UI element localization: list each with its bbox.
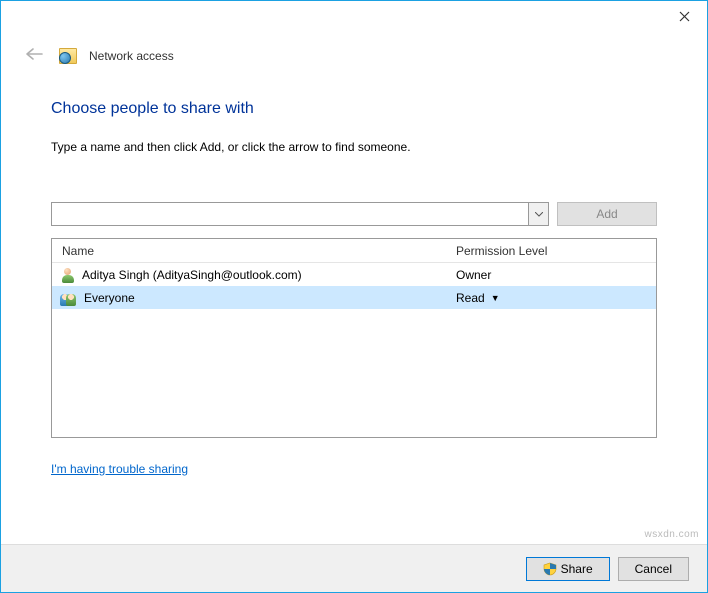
page-heading: Choose people to share with bbox=[51, 100, 657, 118]
back-arrow-icon[interactable] bbox=[21, 41, 47, 70]
user-icon bbox=[60, 267, 76, 283]
name-combobox[interactable] bbox=[51, 202, 549, 226]
permission-dropdown-icon: ▼ bbox=[491, 293, 500, 303]
close-button[interactable] bbox=[662, 1, 707, 31]
cancel-button[interactable]: Cancel bbox=[618, 557, 689, 581]
trouble-sharing-link[interactable]: I'm having trouble sharing bbox=[51, 462, 188, 476]
add-button[interactable]: Add bbox=[557, 202, 657, 226]
name-input[interactable] bbox=[52, 203, 528, 225]
header-row: Network access bbox=[1, 31, 707, 70]
share-button-label: Share bbox=[561, 562, 593, 576]
watermark: wsxdn.com bbox=[644, 529, 699, 540]
content-area: Choose people to share with Type a name … bbox=[1, 70, 707, 486]
row-permission-cell[interactable]: Read ▼ bbox=[452, 291, 656, 305]
row-permission-label: Owner bbox=[456, 268, 491, 282]
close-icon bbox=[679, 11, 690, 22]
group-icon bbox=[60, 290, 78, 306]
row-permission-label: Read bbox=[456, 291, 485, 305]
instruction-text: Type a name and then click Add, or click… bbox=[51, 140, 657, 154]
combobox-dropdown-button[interactable] bbox=[528, 203, 548, 225]
column-header-name[interactable]: Name bbox=[52, 244, 452, 258]
footer: Share Cancel bbox=[1, 544, 707, 592]
row-permission-cell: Owner bbox=[452, 268, 656, 282]
share-button[interactable]: Share bbox=[526, 557, 610, 581]
table-row[interactable]: Everyone Read ▼ bbox=[52, 286, 656, 309]
column-header-permission[interactable]: Permission Level bbox=[452, 244, 656, 258]
table-header: Name Permission Level bbox=[52, 239, 656, 263]
titlebar bbox=[1, 1, 707, 31]
row-name-cell: Aditya Singh (AdityaSingh@outlook.com) bbox=[52, 267, 452, 283]
cancel-button-label: Cancel bbox=[635, 562, 672, 576]
network-folder-icon bbox=[59, 48, 77, 64]
permissions-table: Name Permission Level Aditya Singh (Adit… bbox=[51, 238, 657, 438]
shield-icon bbox=[543, 562, 557, 576]
table-row[interactable]: Aditya Singh (AdityaSingh@outlook.com) O… bbox=[52, 263, 656, 286]
add-user-row: Add bbox=[51, 202, 657, 226]
window-title: Network access bbox=[89, 49, 174, 63]
chevron-down-icon bbox=[535, 212, 543, 217]
row-name-label: Everyone bbox=[84, 291, 135, 305]
row-name-label: Aditya Singh (AdityaSingh@outlook.com) bbox=[82, 268, 302, 282]
row-name-cell: Everyone bbox=[52, 290, 452, 306]
